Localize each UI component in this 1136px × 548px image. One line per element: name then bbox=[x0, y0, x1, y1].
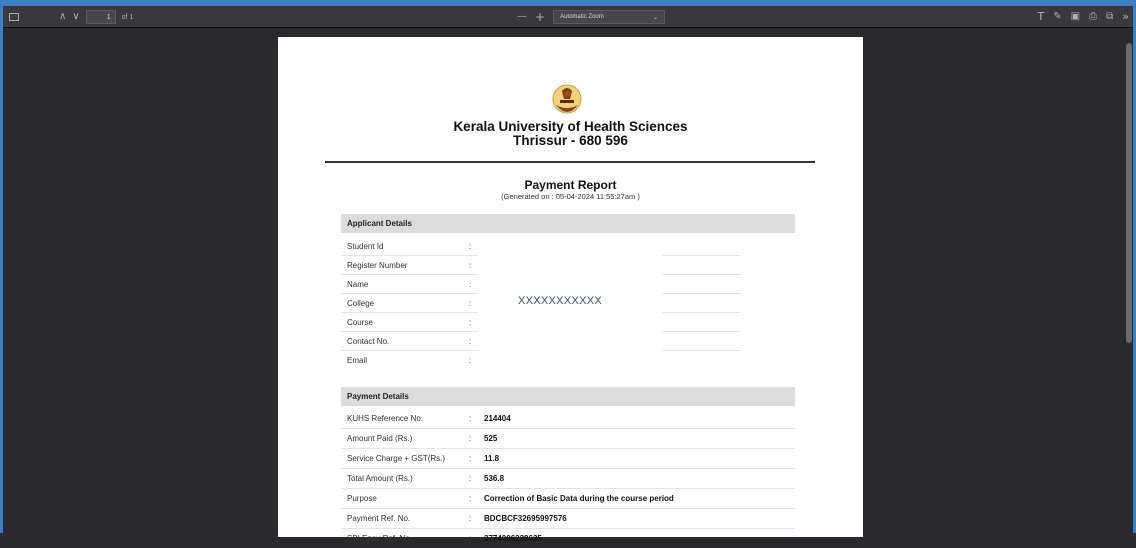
field-value: 536.8 bbox=[484, 474, 505, 483]
field-value: 11.8 bbox=[484, 454, 500, 463]
field-label: SBI Epay Ref. No. bbox=[347, 534, 412, 543]
report-title: Payment Report bbox=[524, 178, 617, 192]
field-separator: : bbox=[469, 261, 472, 270]
field-label: Student Id bbox=[347, 242, 384, 251]
sidebar-toggle-icon[interactable] bbox=[9, 13, 19, 21]
browser-frame: ∧ ∨ of 1 — + Automatic Zoom ⌄ T ✎ ▣ ⎙ ⧉ … bbox=[0, 0, 1136, 543]
zoom-select-label: Automatic Zoom bbox=[560, 14, 604, 20]
pdf-viewer[interactable]: Kerala University of Health Sciences Thr… bbox=[3, 29, 1133, 543]
field-label: Name bbox=[347, 280, 369, 289]
more-tools-icon[interactable]: » bbox=[1122, 6, 1129, 28]
field-label: Amount Paid (Rs.) bbox=[347, 434, 413, 443]
toolbar-zoom-group: — + Automatic Zoom ⌄ bbox=[517, 6, 666, 28]
toolbar-right-group: T ✎ ▣ ⎙ ⧉ » bbox=[1038, 6, 1129, 28]
save-icon[interactable]: ▣ bbox=[1071, 6, 1080, 28]
page-number-input[interactable] bbox=[85, 10, 116, 24]
zoom-in-icon[interactable]: + bbox=[535, 6, 545, 28]
field-separator: : bbox=[469, 454, 472, 463]
zoom-out-icon[interactable]: — bbox=[517, 6, 527, 28]
field-separator: : bbox=[469, 494, 472, 503]
field-separator: : bbox=[469, 414, 472, 423]
field-label: Service Charge + GST(Rs.) bbox=[347, 454, 446, 463]
presentation-mode-icon[interactable]: ⧉ bbox=[1106, 6, 1113, 28]
field-value: 3774006238635 bbox=[484, 534, 542, 543]
payment-section-header: Payment Details bbox=[341, 387, 795, 406]
field-label: Register Number bbox=[347, 261, 408, 270]
next-page-icon[interactable]: ∨ bbox=[72, 6, 79, 28]
field-label: Total Amount (Rs.) bbox=[347, 474, 413, 483]
university-logo bbox=[552, 84, 582, 114]
zoom-select[interactable]: Automatic Zoom ⌄ bbox=[553, 10, 666, 24]
toolbar-left-group: ∧ ∨ of 1 bbox=[9, 6, 133, 28]
chevron-down-icon: ⌄ bbox=[653, 14, 659, 21]
field-separator: : bbox=[469, 474, 472, 483]
field-separator: : bbox=[469, 534, 472, 543]
field-label: Contact No. bbox=[347, 337, 390, 346]
field-label: KUHS Reference No. bbox=[347, 414, 424, 423]
field-label: Email bbox=[347, 356, 368, 365]
field-separator: : bbox=[469, 299, 472, 308]
field-separator: : bbox=[469, 280, 472, 289]
field-separator: : bbox=[469, 242, 472, 251]
field-value: Correction of Basic Data during the cour… bbox=[484, 494, 674, 503]
scrollbar-thumb[interactable] bbox=[1126, 43, 1132, 343]
previous-page-icon[interactable]: ∧ bbox=[59, 6, 66, 28]
field-value: 214404 bbox=[484, 414, 511, 423]
university-city: Thrissur - 680 596 bbox=[513, 133, 628, 148]
draw-tool-icon[interactable]: ✎ bbox=[1053, 6, 1061, 28]
field-separator: : bbox=[469, 337, 472, 346]
field-value: 525 bbox=[484, 434, 498, 443]
text-tool-icon[interactable]: T bbox=[1038, 6, 1045, 28]
page-count-label: of 1 bbox=[121, 13, 134, 21]
field-separator: : bbox=[469, 356, 472, 365]
print-icon[interactable]: ⎙ bbox=[1089, 6, 1097, 28]
vertical-scrollbar[interactable] bbox=[1125, 29, 1133, 533]
field-label: Payment Ref. No. bbox=[347, 514, 411, 523]
generated-timestamp: (Generated on : 05-04-2024 11:55:27am ) bbox=[501, 192, 640, 201]
field-label: Course bbox=[347, 318, 373, 327]
header-divider bbox=[325, 161, 815, 163]
university-name: Kerala University of Health Sciences bbox=[453, 119, 688, 134]
pdf-toolbar: ∧ ∨ of 1 — + Automatic Zoom ⌄ T ✎ ▣ ⎙ ⧉ … bbox=[3, 6, 1133, 28]
field-value: BDCBCF32695997576 bbox=[484, 514, 567, 523]
field-separator: : bbox=[469, 514, 472, 523]
applicant-section-header: Applicant Details bbox=[341, 214, 795, 233]
field-separator: : bbox=[469, 434, 472, 443]
pdf-page: Kerala University of Health Sciences Thr… bbox=[278, 37, 863, 543]
field-label: Purpose bbox=[347, 494, 377, 503]
masked-applicant-value: XXXXXXXXXXX bbox=[518, 295, 603, 307]
field-label: College bbox=[347, 299, 375, 308]
field-separator: : bbox=[469, 318, 472, 327]
